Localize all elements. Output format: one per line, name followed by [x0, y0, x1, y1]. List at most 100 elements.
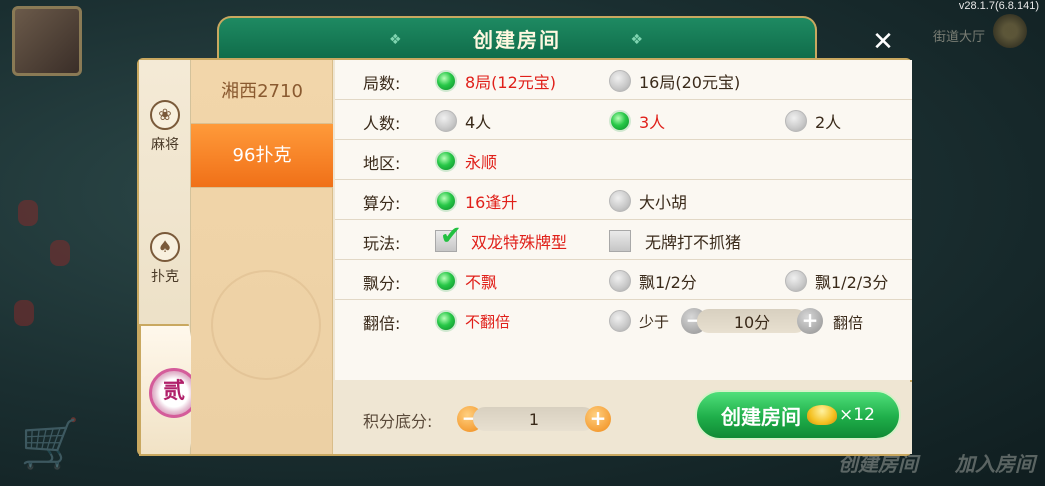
row-label: 人数: — [363, 114, 401, 133]
radio-selected[interactable] — [435, 310, 457, 332]
radio-unselected[interactable] — [785, 110, 807, 132]
hall-label: 街道大厅 — [932, 30, 985, 45]
option-label: 大小胡 — [639, 193, 688, 212]
lantern-decoration — [50, 240, 70, 266]
base-score-label: 积分底分: — [363, 412, 433, 431]
option-no-cards-no-pig[interactable]: 无牌打不抓猪 — [609, 228, 741, 254]
close-icon[interactable]: ✕ — [867, 26, 899, 58]
row-players: 人数: 4人 3人 2人 — [335, 100, 912, 140]
checkbox-checked[interactable]: ✔ — [435, 221, 462, 252]
shop-cart-icon[interactable]: 🛒 — [20, 415, 90, 475]
option-label: 4人 — [465, 113, 492, 132]
option-float-1-2-3[interactable]: 飘1/2/3分 — [785, 268, 888, 294]
option-label: 无牌打不抓猪 — [645, 233, 742, 252]
lantern-decoration — [18, 200, 38, 226]
dialog-title: 创建房间 — [473, 28, 561, 52]
plus-icon[interactable]: + — [585, 406, 611, 432]
settings-gear-icon[interactable] — [993, 14, 1027, 48]
option-16-rounds[interactable]: 16局(20元宝) — [609, 68, 740, 94]
dialog-footer: 积分底分: − 1 + 创建房间 ×12 — [335, 382, 912, 454]
bg-join-room-button: 加入房间 — [955, 452, 1035, 476]
flower-decoration — [211, 270, 321, 380]
option-label: 3人 — [639, 113, 666, 132]
checkbox-unchecked[interactable] — [609, 230, 631, 252]
radio-unselected[interactable] — [609, 310, 631, 332]
double-threshold-stepper: − 10分 + — [681, 308, 823, 334]
category-poker[interactable]: ♠ 扑克 — [139, 232, 191, 286]
category-label: 麻将 — [151, 137, 179, 153]
option-label: 16局(20元宝) — [639, 73, 741, 92]
option-8-rounds[interactable]: 8局(12元宝) — [435, 68, 556, 94]
option-3-players[interactable]: 3人 — [609, 108, 665, 134]
option-label: 飘1/2分 — [639, 273, 697, 292]
option-label: 2人 — [815, 113, 842, 132]
option-label: 少于 — [639, 312, 670, 331]
plus-icon[interactable]: + — [797, 308, 823, 334]
row-label: 地区: — [363, 154, 401, 173]
option-label: 永顺 — [465, 153, 498, 172]
row-scoring: 算分: 16逢升 大小胡 — [335, 180, 912, 220]
ornament-icon: ❖ — [389, 32, 404, 48]
version-label: v28.1.7(6.8.141) — [958, 0, 1039, 12]
radio-selected[interactable] — [435, 190, 457, 212]
option-float-1-2[interactable]: 飘1/2分 — [609, 268, 697, 294]
option-label: 16逢升 — [465, 193, 518, 212]
double-suffix-label: 翻倍 — [833, 314, 864, 332]
option-no-double[interactable]: 不翻倍 — [435, 308, 510, 334]
row-label: 局数: — [363, 74, 401, 93]
checkmark-icon: ✔ — [440, 221, 462, 251]
row-label: 翻倍: — [363, 314, 401, 333]
category-label: 扑克 — [151, 269, 179, 285]
row-label: 算分: — [363, 194, 401, 213]
option-double-dragon[interactable]: ✔ 双龙特殊牌型 — [435, 221, 568, 254]
option-2-players[interactable]: 2人 — [785, 108, 841, 134]
radio-selected[interactable] — [435, 270, 457, 292]
row-label: 飘分: — [363, 274, 401, 293]
radio-unselected[interactable] — [609, 190, 631, 212]
game-item-xiangxi2710[interactable]: 湘西2710 — [191, 60, 333, 124]
row-label: 玩法: — [363, 234, 401, 253]
gold-ingot-icon — [807, 405, 838, 425]
create-room-button[interactable]: 创建房间 ×12 — [695, 390, 901, 440]
row-double: 翻倍: 不翻倍 少于 − 10分 + 翻倍 — [335, 300, 912, 344]
row-play: 玩法: ✔ 双龙特殊牌型 无牌打不抓猪 — [335, 220, 912, 260]
create-room-label: 创建房间 — [721, 404, 802, 429]
radio-unselected[interactable] — [609, 270, 631, 292]
row-float: 飘分: 不飘 飘1/2分 飘1/2/3分 — [335, 260, 912, 300]
row-region: 地区: 永顺 — [335, 140, 912, 180]
option-label: 不翻倍 — [465, 312, 511, 331]
base-score-value: 1 — [473, 407, 595, 431]
option-4-players[interactable]: 4人 — [435, 108, 491, 134]
options-panel: 局数: 8局(12元宝) 16局(20元宝) 人数: 4人 3人 2人 地区: … — [335, 60, 912, 380]
radio-selected[interactable] — [435, 150, 457, 172]
radio-unselected[interactable] — [785, 270, 807, 292]
spade-icon: ♠ — [150, 232, 180, 262]
row-rounds: 局数: 8局(12元宝) 16局(20元宝) — [335, 60, 912, 100]
option-label: 飘1/2/3分 — [815, 273, 889, 292]
option-label: 不飘 — [465, 273, 498, 292]
lantern-decoration — [14, 300, 34, 326]
user-avatar[interactable] — [12, 6, 82, 76]
dialog-body: ❀ 麻将 ♠ 扑克 贰 湘西2710 96扑克 局数: 8局(12元宝) 16局… — [137, 58, 912, 456]
game-list: 湘西2710 96扑克 — [191, 60, 333, 454]
dialog-header: ❖ 创建房间 ❖ — [217, 16, 817, 62]
game-item-96poker[interactable]: 96扑克 — [191, 124, 333, 188]
radio-selected[interactable] — [435, 70, 457, 92]
option-yongshun[interactable]: 永顺 — [435, 148, 497, 174]
option-big-small-hu[interactable]: 大小胡 — [609, 188, 687, 214]
radio-selected[interactable] — [609, 110, 631, 132]
mahjong-icon: ❀ — [150, 100, 180, 130]
ornament-icon: ❖ — [630, 32, 645, 48]
cost-count: ×12 — [839, 405, 875, 425]
base-score-stepper: − 1 + — [457, 406, 611, 432]
stepper-value: 10分 — [697, 309, 807, 333]
option-less-than[interactable]: 少于 — [609, 308, 669, 334]
create-room-dialog: ❖ 创建房间 ❖ ✕ ❀ 麻将 ♠ 扑克 贰 湘西2710 96扑克 局数: 8… — [137, 16, 912, 456]
option-label: 8局(12元宝) — [465, 73, 557, 92]
option-16-upgrade[interactable]: 16逢升 — [435, 188, 517, 214]
option-label: 双龙特殊牌型 — [471, 233, 568, 252]
option-no-float[interactable]: 不飘 — [435, 268, 497, 294]
radio-unselected[interactable] — [435, 110, 457, 132]
category-mahjong[interactable]: ❀ 麻将 — [139, 100, 191, 154]
radio-unselected[interactable] — [609, 70, 631, 92]
